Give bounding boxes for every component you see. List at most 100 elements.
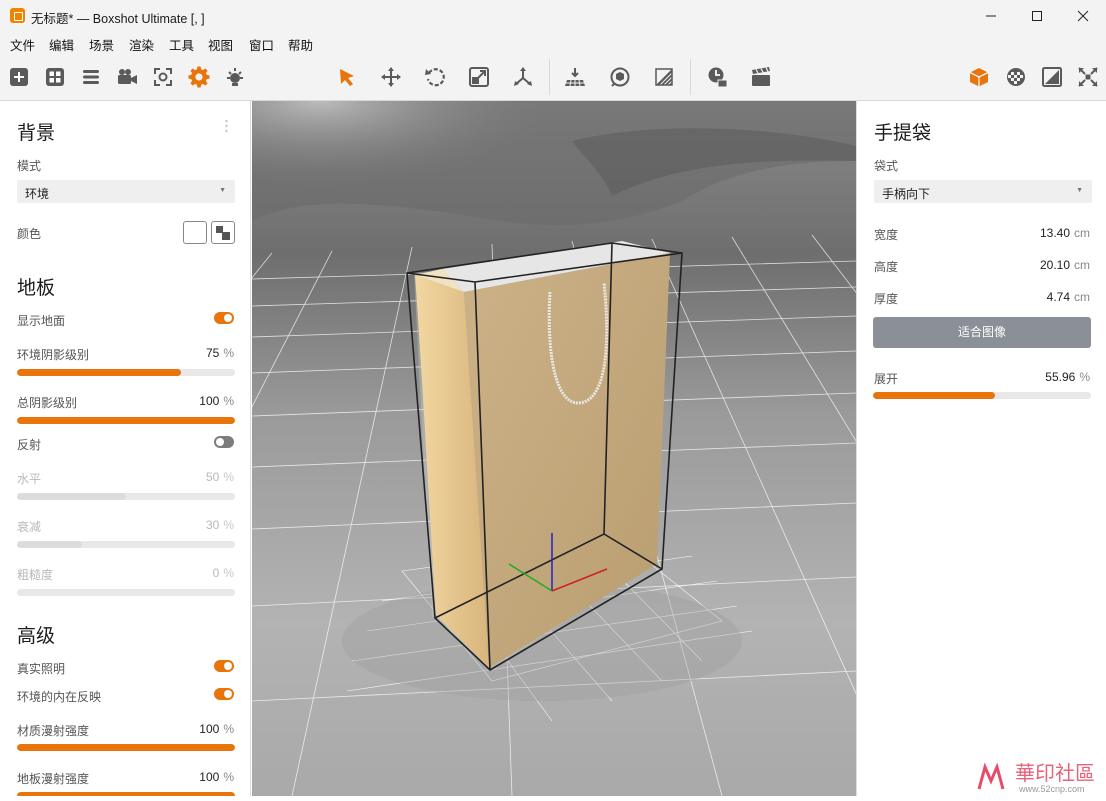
menu-tools[interactable]: 工具 — [169, 35, 194, 54]
materials-button[interactable] — [1004, 65, 1028, 89]
menu-bar: 文件 编辑 场景 渲染 工具 视图 窗口 帮助 — [0, 31, 1106, 53]
show-floor-toggle[interactable] — [214, 312, 234, 324]
menu-scene[interactable]: 场景 — [89, 35, 114, 54]
toolbar — [0, 53, 1106, 101]
color-swatch-button[interactable] — [183, 221, 207, 244]
clapper-icon — [752, 67, 770, 86]
pivot-tool-button[interactable] — [511, 65, 535, 89]
slider-fill — [17, 369, 181, 376]
bag-type-select[interactable]: 手柄向下 ▼ — [874, 180, 1092, 203]
floor-heading: 地板 — [17, 278, 56, 299]
fullscreen-button[interactable] — [1076, 65, 1100, 89]
fit-image-button[interactable]: 适合图像 — [873, 317, 1091, 348]
level-slider[interactable] — [17, 493, 235, 500]
falloff-label: 衰减 — [17, 520, 42, 534]
timeline-button[interactable] — [705, 65, 729, 89]
view-icon — [1042, 67, 1062, 87]
pivot-icon — [514, 67, 532, 86]
rotate-tool-button[interactable] — [423, 65, 447, 89]
animation-button[interactable] — [749, 65, 773, 89]
toolbar-separator — [690, 59, 691, 95]
menu-help[interactable]: 帮助 — [288, 35, 313, 54]
object-properties-button[interactable] — [967, 65, 991, 89]
camera-button[interactable] — [115, 65, 139, 89]
total-shadow-slider[interactable] — [17, 417, 235, 424]
mode-select[interactable]: 环境 ▼ — [17, 180, 235, 203]
roughness-slider[interactable] — [17, 589, 235, 596]
total-shadow-label: 总阴影级别 — [17, 396, 78, 410]
scene-list-button[interactable] — [79, 65, 103, 89]
height-label: 高度 — [874, 260, 899, 274]
add-icon — [10, 68, 28, 86]
height-value[interactable]: 20.10 cm — [1040, 258, 1090, 272]
menu-view[interactable]: 视图 — [208, 35, 233, 54]
reflection-toggle[interactable] — [214, 436, 234, 448]
env-shadow-value: 75% — [205, 346, 234, 360]
minimize-icon — [986, 15, 996, 16]
slider-fill — [17, 541, 83, 548]
width-value[interactable]: 13.40 cm — [1040, 226, 1090, 240]
select-arrow-icon — [340, 69, 354, 86]
env-shadow-slider[interactable] — [17, 369, 235, 376]
material-icon — [1007, 68, 1025, 86]
move-tool-button[interactable] — [379, 65, 403, 89]
object-properties-panel: 手提袋 袋式 手柄向下 ▼ 宽度 13.40 cm 高度 20.10 cm 厚度 4… — [856, 101, 1106, 796]
texture-button[interactable] — [652, 65, 676, 89]
menu-window[interactable]: 窗口 — [249, 35, 274, 54]
panel-menu-icon[interactable] — [225, 119, 228, 133]
unfold-value: 55.96% — [1045, 370, 1090, 384]
grid-icon — [46, 68, 64, 86]
add-object-button[interactable] — [7, 65, 31, 89]
orbit-button[interactable] — [608, 65, 632, 89]
falloff-slider[interactable] — [17, 541, 235, 548]
level-label: 水平 — [17, 472, 42, 486]
camera-icon — [118, 69, 137, 84]
close-button[interactable] — [1060, 0, 1106, 31]
slider-fill — [17, 493, 126, 500]
scale-icon — [469, 67, 489, 87]
menu-file[interactable]: 文件 — [10, 35, 35, 54]
drop-to-floor-button[interactable] — [563, 65, 587, 89]
menu-edit[interactable]: 编辑 — [49, 35, 74, 54]
mode-select-value: 环境 — [25, 187, 50, 201]
background-heading: 背景 — [17, 123, 56, 144]
depth-value[interactable]: 4.74 cm — [1047, 290, 1090, 304]
env-reflection-label: 环境的内在反映 — [17, 690, 102, 704]
focus-button[interactable] — [151, 65, 175, 89]
lights-button[interactable] — [223, 65, 247, 89]
gradient-icon — [216, 226, 230, 240]
roughness-value: 0% — [212, 566, 234, 580]
floor-diffuse-slider[interactable] — [17, 792, 235, 796]
level-value: 50% — [205, 470, 234, 484]
bag-type-value: 手柄向下 — [882, 187, 931, 201]
color-label: 颜色 — [17, 227, 42, 241]
scale-tool-button[interactable] — [467, 65, 491, 89]
slider-fill — [17, 792, 235, 796]
texture-icon — [655, 68, 673, 86]
light-icon — [227, 68, 243, 86]
watermark-url: www.52cnp.com — [1019, 784, 1085, 794]
view-settings-button[interactable] — [1040, 65, 1064, 89]
reflection-label: 反射 — [17, 438, 42, 452]
falloff-value: 30% — [205, 518, 234, 532]
3d-viewport[interactable] — [252, 101, 856, 796]
scene-settings-panel: 背景 模式 环境 ▼ 颜色 地板 显示地面 环境阴影级别 75% 总阴影级别 1… — [0, 101, 251, 796]
minimize-button[interactable] — [968, 0, 1014, 31]
list-icon — [83, 70, 99, 84]
realistic-lighting-toggle[interactable] — [214, 660, 234, 672]
focus-icon — [154, 68, 172, 86]
maximize-button[interactable] — [1014, 0, 1060, 31]
material-diffuse-slider[interactable] — [17, 744, 235, 751]
total-shadow-value: 100% — [199, 394, 234, 408]
env-reflection-toggle[interactable] — [214, 688, 234, 700]
chevron-down-icon: ▼ — [219, 187, 226, 194]
layout-button[interactable] — [43, 65, 67, 89]
unfold-slider[interactable] — [873, 392, 1091, 399]
gradient-swatch-button[interactable] — [211, 221, 235, 244]
slider-fill — [17, 417, 235, 424]
scene-settings-button[interactable] — [187, 65, 211, 89]
menu-render[interactable]: 渲染 — [129, 35, 154, 54]
rotate-icon — [425, 68, 445, 87]
orbit-icon — [610, 67, 630, 87]
select-tool-button[interactable] — [335, 65, 359, 89]
